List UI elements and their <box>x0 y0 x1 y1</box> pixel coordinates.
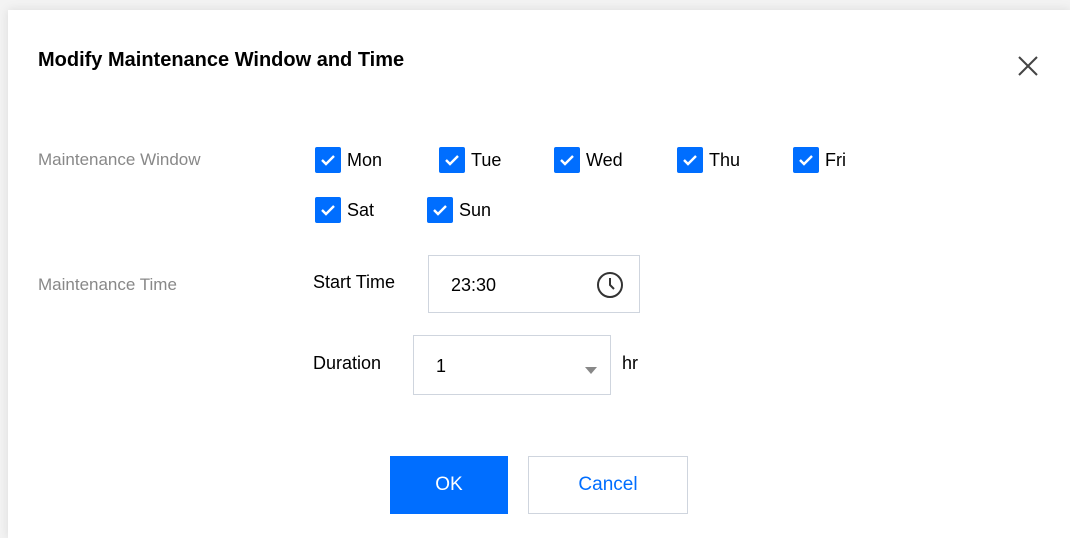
checkbox-checked-icon <box>439 147 465 173</box>
checkbox-fri[interactable]: Fri <box>793 147 846 173</box>
checkbox-label: Tue <box>471 150 502 170</box>
cancel-button[interactable]: Cancel <box>528 456 688 514</box>
checkbox-label: Sun <box>459 200 492 220</box>
ok-button[interactable]: OK <box>390 456 508 514</box>
clock-icon[interactable] <box>595 270 625 305</box>
duration-label: Duration <box>313 353 382 373</box>
maintenance-dialog: Modify Maintenance Window and Time Maint… <box>8 10 1070 538</box>
maintenance-time-label: Maintenance Time <box>38 275 177 294</box>
checkbox-checked-icon <box>315 197 341 223</box>
checkbox-checked-icon <box>554 147 580 173</box>
start-time-value: 23:30 <box>451 275 497 295</box>
start-time-input[interactable]: 23:30 <box>428 255 640 313</box>
checkbox-mon[interactable]: Mon <box>315 147 382 173</box>
caret-down-icon <box>585 362 597 380</box>
checkbox-checked-icon <box>427 197 453 223</box>
checkbox-sun[interactable]: Sun <box>427 197 491 223</box>
maintenance-window-label: Maintenance Window <box>38 150 201 169</box>
duration-select[interactable]: 1 <box>413 335 611 395</box>
checkbox-sat[interactable]: Sat <box>315 197 374 223</box>
checkbox-wed[interactable]: Wed <box>554 147 623 173</box>
checkbox-thu[interactable]: Thu <box>677 147 740 173</box>
close-icon <box>1018 56 1038 76</box>
start-time-label: Start Time <box>313 272 396 292</box>
checkbox-checked-icon <box>315 147 341 173</box>
checkbox-checked-icon <box>793 147 819 173</box>
checkbox-checked-icon <box>677 147 703 173</box>
checkbox-tue[interactable]: Tue <box>439 147 501 173</box>
duration-unit: hr <box>622 353 639 373</box>
checkbox-label: Fri <box>825 150 846 170</box>
close-button[interactable] <box>1015 53 1041 79</box>
checkbox-label: Wed <box>586 150 623 170</box>
checkbox-label: Mon <box>347 150 383 170</box>
checkbox-label: Thu <box>709 150 741 170</box>
duration-value: 1 <box>436 356 447 376</box>
checkbox-label: Sat <box>347 200 375 220</box>
dialog-title: Modify Maintenance Window and Time <box>38 49 405 71</box>
